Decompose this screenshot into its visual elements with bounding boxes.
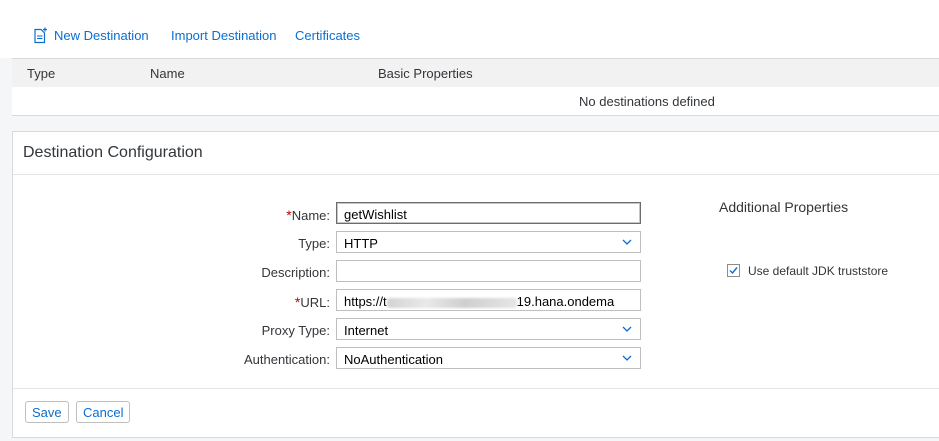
proxy-type-label: Proxy Type: <box>261 323 330 338</box>
additional-properties-title: Additional Properties <box>719 199 849 215</box>
destination-configuration-panel: Destination Configuration *Name: getWish… <box>12 131 939 438</box>
toolbar: New Destination Import Destination Certi… <box>0 0 939 58</box>
new-destination-button[interactable]: New Destination <box>54 28 149 43</box>
divider <box>13 388 939 389</box>
chevron-down-icon[interactable] <box>622 325 632 333</box>
name-label: *Name: <box>286 207 330 223</box>
certificates-button[interactable]: Certificates <box>295 28 360 43</box>
url-value: https://t 19.hana.ondema <box>344 294 615 309</box>
checkmark-icon <box>729 267 738 275</box>
save-button[interactable]: Save <box>25 401 69 423</box>
name-value: getWishlist <box>344 207 407 222</box>
type-label: Type: <box>298 236 330 251</box>
chevron-down-icon[interactable] <box>622 238 632 246</box>
jdk-truststore-checkbox[interactable] <box>727 264 740 277</box>
panel-title: Destination Configuration <box>23 144 203 161</box>
authentication-label: Authentication: <box>243 352 330 367</box>
type-select[interactable]: HTTP <box>336 231 641 253</box>
new-document-icon[interactable] <box>32 27 48 44</box>
jdk-truststore-label[interactable]: Use default JDK truststore <box>748 264 888 278</box>
destinations-table-body: No destinations defined <box>12 87 939 116</box>
import-destination-button[interactable]: Import Destination <box>171 28 277 43</box>
type-value: HTTP <box>344 236 378 251</box>
empty-table-message: No destinations defined <box>579 94 715 109</box>
configuration-form: *Name: getWishlist Type: HTTP Descriptio… <box>13 175 939 388</box>
chevron-down-icon[interactable] <box>622 354 632 362</box>
url-field[interactable]: https://t 19.hana.ondema <box>336 289 641 311</box>
description-field[interactable] <box>336 260 641 282</box>
cancel-button[interactable]: Cancel <box>76 401 131 423</box>
name-field[interactable]: getWishlist <box>336 202 641 224</box>
description-label: Description: <box>261 265 330 280</box>
authentication-value: NoAuthentication <box>344 352 444 367</box>
redacted-blur <box>386 297 517 308</box>
authentication-select[interactable]: NoAuthentication <box>336 347 641 369</box>
proxy-type-value: Internet <box>344 323 389 338</box>
column-header-type[interactable]: Type <box>27 66 55 81</box>
column-header-basic-properties[interactable]: Basic Properties <box>378 66 473 81</box>
proxy-type-select[interactable]: Internet <box>336 318 641 340</box>
url-label: *URL: <box>294 294 330 310</box>
column-header-name[interactable]: Name <box>150 66 185 81</box>
destinations-table-header: Type Name Basic Properties <box>12 58 939 88</box>
